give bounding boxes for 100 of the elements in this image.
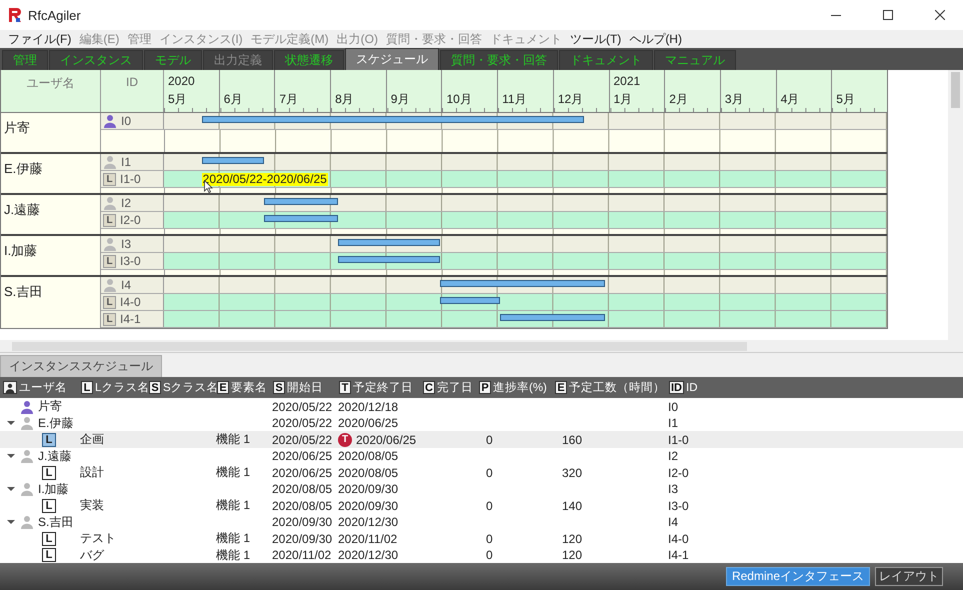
user-name: I.加藤 <box>38 480 69 498</box>
month-label: 8月 <box>335 91 355 108</box>
table-row[interactable]: L 企画 機能 1 2020/05/22 T 2020/06/25 0 160 I1-0 <box>0 431 963 448</box>
table-cell: I0 <box>668 400 678 414</box>
month-label: 5月 <box>168 91 188 108</box>
table-cell: I2 <box>668 449 678 463</box>
menu-item[interactable]: ファイル(F) <box>4 30 76 48</box>
tab[interactable]: 状態遷移 <box>274 50 344 70</box>
column-header: ユーザ名 <box>1 70 101 112</box>
table-row[interactable]: 片寄 2020/05/22 2020/12/18 I0 <box>0 398 963 414</box>
table-cell: 2020/08/05 <box>338 449 398 463</box>
schedule-bar[interactable] <box>500 314 606 321</box>
table-cell: I2-0 <box>668 466 689 480</box>
user-name: 片寄 <box>38 398 62 415</box>
horizontal-scrollbar[interactable] <box>0 340 963 352</box>
table-cell: I4-1 <box>668 548 689 562</box>
expanded-caret-icon[interactable] <box>7 419 15 427</box>
column-header[interactable]: 予定終了日 <box>353 380 413 395</box>
column-badge: T <box>339 381 351 394</box>
table-cell: 160 <box>562 432 582 446</box>
row-id: I0 <box>121 114 132 128</box>
table-row[interactable]: J.遠藤 2020/06/25 2020/08/05 I2 <box>0 448 963 464</box>
table-cell: 2020/12/30 <box>338 515 398 529</box>
expanded-caret-icon[interactable] <box>7 518 15 526</box>
row-id: I4-0 <box>120 295 141 309</box>
tab[interactable]: インスタンススケジュール <box>0 355 162 377</box>
status-button[interactable]: レイアウト <box>875 567 943 586</box>
table-cell: 機能 1 <box>216 497 250 514</box>
expanded-caret-icon[interactable] <box>7 452 15 460</box>
tab[interactable]: インスタンス <box>49 50 143 70</box>
schedule-bar[interactable] <box>338 256 440 263</box>
month-label: 6月 <box>224 91 244 108</box>
table-cell: I3-0 <box>668 498 689 512</box>
column-header[interactable]: 予定工数（時間） <box>569 380 665 395</box>
table-cell: 120 <box>562 532 582 546</box>
row-id: I1-0 <box>120 172 141 186</box>
tab[interactable]: 質問・要求・回答 <box>440 50 558 70</box>
month-label: 3月 <box>724 91 745 108</box>
table-row[interactable]: I.加藤 2020/08/05 2020/09/30 I3 <box>0 480 963 497</box>
schedule-bar[interactable] <box>440 280 606 287</box>
class-badge: L <box>103 172 116 186</box>
column-badge: C <box>423 381 435 394</box>
class-badge: L <box>42 532 56 546</box>
column-header[interactable]: Lクラス名 <box>95 380 150 395</box>
column-badge: ID <box>669 381 684 394</box>
table-cell: 設計 <box>80 464 104 481</box>
year-label: 2020 <box>168 74 195 88</box>
table-cell: 2020/06/25 <box>356 432 416 446</box>
column-header[interactable]: ユーザ名 <box>19 380 67 395</box>
table-cell: 320 <box>562 466 582 480</box>
table-cell: I1 <box>668 416 678 430</box>
table-cell: 0 <box>486 548 493 562</box>
table-cell: 2020/08/05 <box>338 466 398 480</box>
table-row[interactable]: L 実装 機能 1 2020/08/05 2020/09/30 0 140 I3-0 <box>0 497 963 514</box>
menu-item[interactable]: ツール(T) <box>566 30 626 48</box>
table-cell: 2020/09/30 <box>272 532 332 546</box>
row-id: I4-1 <box>120 312 141 326</box>
tab[interactable]: 管理 <box>2 50 48 70</box>
schedule-bar[interactable] <box>264 198 338 205</box>
column-header[interactable]: 開始日 <box>287 380 323 395</box>
table-row[interactable]: L バグ 機能 1 2020/11/02 2020/12/30 0 120 I4-1 <box>0 546 963 563</box>
schedule-bar[interactable] <box>264 215 338 222</box>
row-id: I3 <box>121 237 132 251</box>
table-row[interactable]: E.伊藤 2020/05/22 2020/06/25 I1 <box>0 414 963 431</box>
schedule-bar[interactable] <box>440 297 500 304</box>
table-cell: 機能 1 <box>216 431 250 448</box>
table-cell: テスト <box>80 530 116 547</box>
class-badge: L <box>42 466 56 480</box>
menu-item[interactable]: ヘルプ(H) <box>625 30 686 48</box>
column-header[interactable]: 進捗率(%) <box>493 380 547 395</box>
schedule-bar[interactable] <box>202 116 584 123</box>
column-header[interactable]: 要素名 <box>231 380 267 395</box>
table-row[interactable]: L テスト 機能 1 2020/09/30 2020/11/02 0 120 I4-0 <box>0 530 963 546</box>
vertical-scrollbar[interactable] <box>948 70 963 340</box>
table-cell: 2020/06/25 <box>338 416 398 430</box>
table-row[interactable]: S.吉田 2020/09/30 2020/12/30 I4 <box>0 514 963 530</box>
schedule-bar[interactable] <box>202 157 264 164</box>
row-id: I3-0 <box>120 254 141 268</box>
table-cell: I4-0 <box>668 532 689 546</box>
row-id: I2 <box>121 196 132 210</box>
schedule-bar[interactable] <box>338 239 440 246</box>
window-title: RfcAgiler <box>28 8 82 22</box>
user-name: E.伊藤 <box>4 161 42 176</box>
column-badge: L <box>81 381 93 394</box>
tab[interactable]: スケジュール <box>345 48 439 70</box>
tab[interactable]: ドキュメント <box>559 50 653 70</box>
table-row[interactable]: L 設計 機能 1 2020/06/25 2020/08/05 0 320 I2-0 <box>0 464 963 480</box>
column-header[interactable]: 完了日 <box>437 380 473 395</box>
column-header[interactable]: ID <box>686 382 698 394</box>
table-cell: 2020/09/30 <box>338 482 398 496</box>
tab[interactable]: マニュアル <box>654 50 736 70</box>
expanded-caret-icon[interactable] <box>7 485 15 493</box>
column-header[interactable]: Sクラス名 <box>163 380 219 395</box>
table-cell: 2020/06/25 <box>272 466 332 480</box>
status-button[interactable]: Redmineインタフェース <box>726 567 870 586</box>
tab[interactable]: モデル <box>144 50 202 70</box>
table-cell: 機能 1 <box>216 530 250 547</box>
end-marker: T <box>338 432 352 446</box>
date-tooltip: 2020/05/22-2020/06/25 <box>202 173 328 186</box>
table-cell: 2020/05/22 <box>272 400 332 414</box>
